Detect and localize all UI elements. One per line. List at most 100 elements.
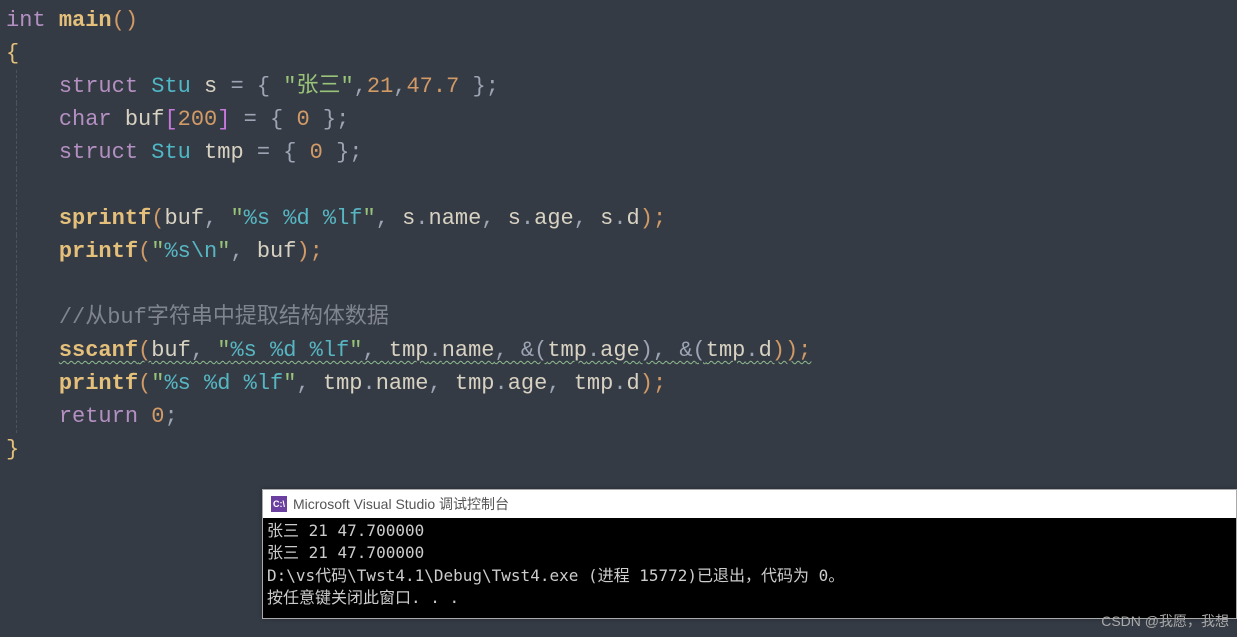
comma: , <box>393 74 406 99</box>
number: 47.7 <box>406 74 459 99</box>
var-tmp: tmp <box>204 140 244 165</box>
paren-semi: ); <box>296 239 322 264</box>
paren: ( <box>138 338 151 363</box>
member-d: d <box>627 206 640 231</box>
code-line: struct Stu tmp = { 0 }; <box>6 136 1231 169</box>
comma: , <box>481 206 507 231</box>
code-line: printf("%s\n", buf); <box>6 235 1231 268</box>
member-age: age <box>600 338 640 363</box>
member-name: name <box>429 206 482 231</box>
paren: ( <box>151 206 164 231</box>
code-line: { <box>6 37 1231 70</box>
function-printf: printf <box>59 239 138 264</box>
quote: " <box>151 371 164 396</box>
comma: , <box>204 206 230 231</box>
function-printf: printf <box>59 371 138 396</box>
var-tmp: tmp <box>323 371 363 396</box>
member-name: name <box>442 338 495 363</box>
quote: " <box>217 239 230 264</box>
code-line: sscanf(buf, "%s %d %lf", tmp.name, &(tmp… <box>6 334 1231 367</box>
code-line: int main() <box>6 4 1231 37</box>
code-line <box>6 169 1231 202</box>
console-title-text: Microsoft Visual Studio 调试控制台 <box>293 494 509 514</box>
dot: . <box>613 206 626 231</box>
comma: , <box>574 206 600 231</box>
console-titlebar[interactable]: C:\ Microsoft Visual Studio 调试控制台 <box>263 490 1236 518</box>
console-line: D:\vs代码\Twst4.1\Debug\Twst4.exe (进程 1577… <box>267 566 844 585</box>
number: 21 <box>367 74 393 99</box>
function-sscanf: sscanf <box>59 338 138 363</box>
brace-close: } <box>6 437 19 462</box>
quote: " <box>217 338 230 363</box>
member-age: age <box>508 371 548 396</box>
punct: = { <box>217 74 283 99</box>
member-d: d <box>759 338 772 363</box>
var-s: s <box>508 206 521 231</box>
member-name: name <box>376 371 429 396</box>
code-line: struct Stu s = { "张三",21,47.7 }; <box>6 70 1231 103</box>
dot: . <box>362 371 375 396</box>
console-line: 按任意键关闭此窗口. . . <box>267 588 459 607</box>
dot: . <box>587 338 600 363</box>
member-age: age <box>534 206 574 231</box>
format-spec: %s <box>164 239 190 264</box>
comma: , <box>376 206 402 231</box>
function-main: main <box>59 8 112 33</box>
member-d: d <box>627 371 640 396</box>
comment: //从buf字符串中提取结构体数据 <box>59 305 389 330</box>
punct: = { <box>230 107 296 132</box>
quote: " <box>349 338 362 363</box>
code-editor[interactable]: int main() { struct Stu s = { "张三",21,47… <box>0 0 1237 470</box>
comma: , <box>362 338 388 363</box>
dot: . <box>429 338 442 363</box>
code-line: return 0; <box>6 400 1231 433</box>
bracket: ] <box>217 107 230 132</box>
punct: }; <box>310 107 350 132</box>
code-line: printf("%s %d %lf", tmp.name, tmp.age, t… <box>6 367 1231 400</box>
code-line: char buf[200] = { 0 }; <box>6 103 1231 136</box>
var-tmp: tmp <box>547 338 587 363</box>
comma: , <box>429 371 455 396</box>
format-spec: %s %d %lf <box>230 338 349 363</box>
quote: " <box>283 371 296 396</box>
number: 0 <box>296 107 309 132</box>
var-buf: buf <box>125 107 165 132</box>
code-line: } <box>6 433 1231 466</box>
number: 0 <box>151 404 164 429</box>
comma: , <box>191 338 217 363</box>
paren-semi: ); <box>640 206 666 231</box>
dot: . <box>613 371 626 396</box>
var-tmp: tmp <box>706 338 746 363</box>
keyword-return: return <box>59 404 138 429</box>
keyword-char: char <box>59 107 112 132</box>
type-stu: Stu <box>151 140 191 165</box>
watermark: CSDN @我愿，我想 <box>1101 611 1229 631</box>
code-line <box>6 268 1231 301</box>
comma: , <box>354 74 367 99</box>
quote: " <box>230 206 243 231</box>
dot: . <box>745 338 758 363</box>
var-tmp: tmp <box>389 338 429 363</box>
brace-open: { <box>6 41 19 66</box>
console-output[interactable]: 张三 21 47.700000 张三 21 47.700000 D:\vs代码\… <box>263 518 1236 618</box>
paren: ( <box>138 239 151 264</box>
var-tmp: tmp <box>455 371 495 396</box>
punct: = { <box>244 140 310 165</box>
code-line: sprintf(buf, "%s %d %lf", s.name, s.age,… <box>6 202 1231 235</box>
dot: . <box>415 206 428 231</box>
comma: , <box>547 371 573 396</box>
debug-console-window[interactable]: C:\ Microsoft Visual Studio 调试控制台 张三 21 … <box>262 489 1237 619</box>
quote: " <box>362 206 375 231</box>
var-tmp: tmp <box>574 371 614 396</box>
code-line: //从buf字符串中提取结构体数据 <box>6 301 1231 334</box>
paren-semi: ); <box>640 371 666 396</box>
punct: ), &( <box>640 338 706 363</box>
quote: " <box>151 239 164 264</box>
var-buf: buf <box>151 338 191 363</box>
var-buf: buf <box>257 239 297 264</box>
var-s: s <box>600 206 613 231</box>
function-sprintf: sprintf <box>59 206 151 231</box>
keyword-int: int <box>6 8 46 33</box>
format-spec: %s %d %lf <box>244 206 363 231</box>
paren: ( <box>138 371 151 396</box>
